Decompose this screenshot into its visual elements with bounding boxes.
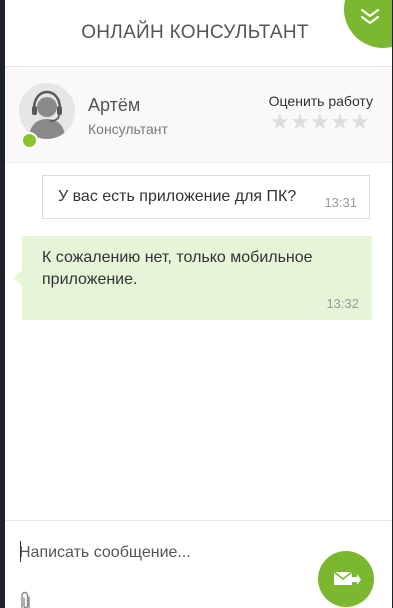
chat-widget: ОНЛАЙН КОНСУЛЬТАНТ Артём Консультант Оце… xyxy=(5,0,392,608)
message-text: К сожалению нет, только мобильное прилож… xyxy=(42,249,313,288)
operator-panel: Артём Консультант Оценить работу ★ ★ ★ ★… xyxy=(5,67,392,163)
send-button[interactable] xyxy=(318,551,374,607)
support-agent-headset-icon xyxy=(29,90,65,139)
chat-title: ОНЛАЙН КОНСУЛЬТАНТ xyxy=(81,22,309,43)
chat-header: ОНЛАЙН КОНСУЛЬТАНТ xyxy=(5,0,392,67)
outgoing-message: У вас есть приложение для ПК? 13:31 xyxy=(42,175,370,219)
online-status-indicator xyxy=(21,132,38,149)
attach-button[interactable] xyxy=(19,591,33,608)
star-icon[interactable]: ★ xyxy=(330,111,350,133)
message-time: 13:32 xyxy=(326,296,359,311)
star-icon[interactable]: ★ xyxy=(350,111,370,133)
double-chevron-down-icon xyxy=(360,8,380,25)
avatar xyxy=(19,83,75,139)
operator-name: Артём xyxy=(88,95,141,115)
text-cursor xyxy=(20,541,21,562)
rating-stars: ★ ★ ★ ★ ★ xyxy=(270,111,370,133)
star-icon[interactable]: ★ xyxy=(290,111,310,133)
message-time: 13:31 xyxy=(324,195,357,210)
send-mail-icon xyxy=(333,571,361,585)
message-input[interactable] xyxy=(19,539,309,567)
star-icon[interactable]: ★ xyxy=(310,111,330,133)
message-composer xyxy=(5,520,392,608)
operator-role: Консультант xyxy=(88,121,168,137)
star-icon[interactable]: ★ xyxy=(270,111,290,133)
message-text: У вас есть приложение для ПК? xyxy=(58,188,297,205)
incoming-message: К сожалению нет, только мобильное прилож… xyxy=(14,236,372,320)
paperclip-icon xyxy=(21,591,30,608)
rate-work-label: Оценить работу xyxy=(268,93,373,109)
message-list[interactable]: У вас есть приложение для ПК? 13:31 К со… xyxy=(5,163,392,520)
